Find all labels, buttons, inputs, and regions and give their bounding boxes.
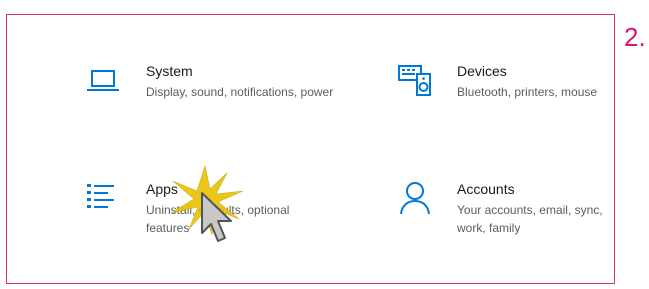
settings-panel: System Display, sound, notifications, po… — [6, 14, 615, 284]
apps-tile-title: Apps — [146, 181, 178, 197]
accounts-tile-description: Your accounts, email, sync, work, family — [457, 203, 603, 235]
accounts-tile[interactable]: Accounts Your accounts, email, sync, wor… — [397, 181, 614, 251]
system-tile-title: System — [146, 63, 193, 79]
apps-list-icon — [85, 181, 125, 221]
laptop-icon — [85, 63, 125, 103]
apps-tile-description: Uninstall, defaults, optional features — [146, 203, 290, 235]
apps-tile[interactable]: Apps Uninstall, defaults, optional featu… — [85, 181, 335, 251]
keyboard-speaker-icon — [397, 63, 437, 103]
step-number: 2. — [624, 22, 646, 52]
system-tile[interactable]: System Display, sound, notifications, po… — [85, 63, 335, 133]
devices-tile-description: Bluetooth, printers, mouse — [457, 85, 598, 99]
person-icon — [397, 181, 437, 221]
system-tile-description: Display, sound, notifications, power — [146, 85, 334, 99]
devices-tile[interactable]: Devices Bluetooth, printers, mouse — [397, 63, 614, 133]
accounts-tile-title: Accounts — [457, 181, 515, 197]
devices-tile-title: Devices — [457, 63, 507, 79]
